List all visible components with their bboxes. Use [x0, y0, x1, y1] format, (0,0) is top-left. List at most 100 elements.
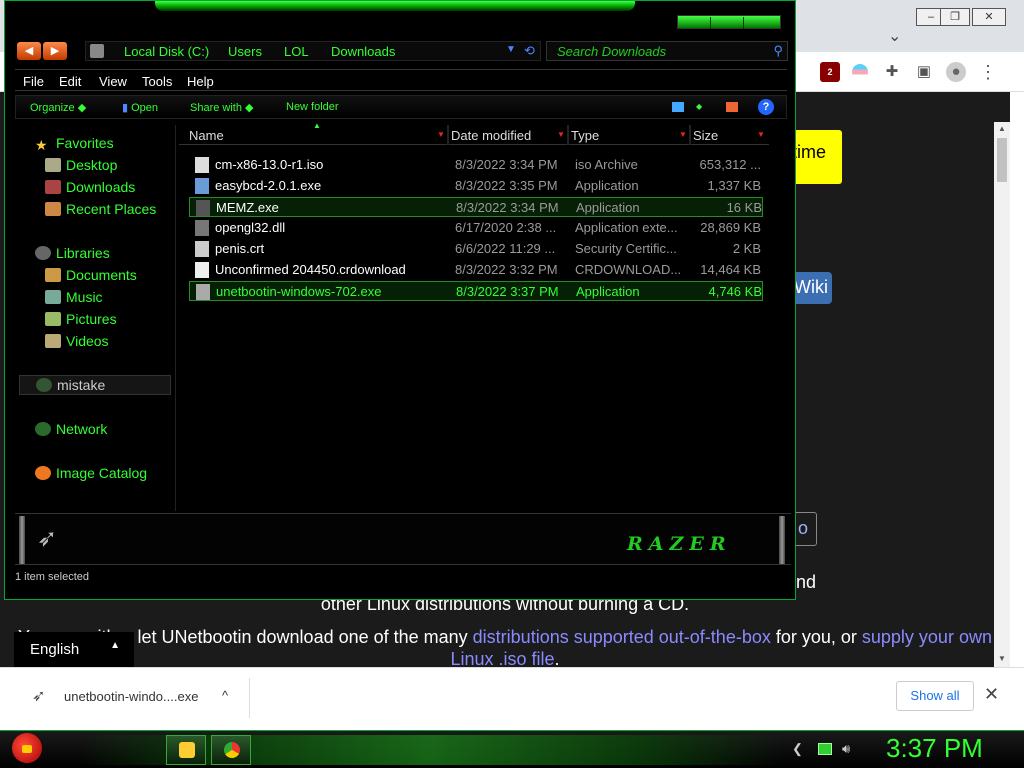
menu-tools[interactable]: Tools: [142, 74, 172, 89]
file-row-selected[interactable]: unetbootin-windows-702.exe 8/3/2022 3:37…: [189, 281, 763, 301]
volume-icon[interactable]: 🔊︎: [842, 741, 850, 757]
show-all-button[interactable]: Show all: [896, 681, 974, 711]
breadcrumb-local-disk[interactable]: Local Disk (C:): [124, 44, 209, 59]
chevron-up-icon[interactable]: ^: [222, 688, 228, 703]
menu-file[interactable]: File: [23, 74, 44, 89]
nav-mistake-item: mistake: [36, 377, 105, 393]
back-arrow-icon[interactable]: ◀: [17, 42, 41, 60]
open-button[interactable]: ▮ Open: [122, 101, 158, 114]
refresh-icon[interactable]: ⟲: [524, 43, 535, 59]
column-dropdown-icon[interactable]: ▼: [557, 130, 565, 139]
preview-pane-icon[interactable]: [726, 102, 738, 112]
nav-music[interactable]: Music: [45, 289, 103, 305]
organize-button[interactable]: Organize ◆: [30, 101, 86, 114]
explorer-window: ◀ ▶ Local Disk (C:) Users LOL Downloads ▼…: [4, 0, 796, 600]
tab-search-chevron-icon[interactable]: ⌄: [888, 26, 901, 46]
menu-help[interactable]: Help: [187, 74, 214, 89]
nav-videos[interactable]: Videos: [45, 333, 109, 349]
column-separator[interactable]: [447, 125, 449, 145]
nav-recent-places[interactable]: Recent Places: [45, 201, 156, 217]
taskbar-chrome-button[interactable]: [211, 735, 251, 765]
help-icon[interactable]: ?: [758, 99, 774, 115]
scrollbar-thumb[interactable]: [997, 138, 1007, 182]
file-name: unetbootin-windows-702.exe: [216, 284, 382, 299]
battery-icon[interactable]: [818, 743, 832, 755]
column-dropdown-icon[interactable]: ▼: [437, 130, 445, 139]
close-download-bar-icon[interactable]: ✕: [984, 684, 999, 705]
close-button[interactable]: [744, 17, 777, 29]
column-size[interactable]: Size: [693, 128, 718, 143]
maximize-button[interactable]: [711, 17, 744, 29]
taskbar: ❮ 🔊︎ 3:37 PM: [0, 730, 1024, 768]
file-row[interactable]: Unconfirmed 204450.crdownload 8/3/2022 3…: [189, 260, 763, 280]
image-catalog-icon: [35, 466, 51, 480]
scroll-down-arrow-icon[interactable]: ▼: [994, 654, 1010, 663]
file-size: 1,337 KB: [707, 178, 762, 193]
angry-bird-beak: [22, 745, 32, 753]
start-button[interactable]: [6, 731, 46, 767]
breadcrumb-downloads[interactable]: Downloads: [331, 44, 395, 59]
file-row[interactable]: easybcd-2.0.1.exe 8/3/2022 3:35 PM Appli…: [189, 176, 763, 196]
exe-file-icon: [195, 178, 209, 194]
nav-mistake[interactable]: mistake: [19, 375, 171, 395]
trans-flag-icon[interactable]: [852, 64, 868, 80]
page-scrollbar[interactable]: ▲ ▼: [994, 122, 1010, 667]
file-size: 28,869 KB: [700, 220, 761, 235]
menu-edit[interactable]: Edit: [59, 74, 81, 89]
breadcrumb-lol[interactable]: LOL: [284, 44, 309, 59]
nav-documents[interactable]: Documents: [45, 267, 137, 283]
column-dropdown-icon[interactable]: ▼: [757, 130, 765, 139]
nav-favorites[interactable]: ★ Favorites: [35, 135, 114, 153]
iso-file-icon: [195, 157, 209, 173]
recent-places-icon: [45, 202, 61, 216]
forward-arrow-icon[interactable]: ▶: [43, 42, 67, 60]
column-separator[interactable]: [689, 125, 691, 145]
language-selector[interactable]: English ▲: [14, 632, 134, 667]
nav-image-catalog[interactable]: Image Catalog: [35, 465, 147, 481]
new-folder-button[interactable]: New folder: [286, 101, 339, 113]
view-options-icon[interactable]: ◆: [696, 102, 708, 112]
scroll-up-arrow-icon[interactable]: ▲: [994, 124, 1010, 133]
razer-logo: RAZER: [627, 533, 732, 555]
nav-libraries[interactable]: Libraries: [35, 245, 110, 261]
menu-icon[interactable]: ⋮: [978, 62, 998, 82]
file-row[interactable]: opengl32.dll 6/17/2020 2:38 ... Applicat…: [189, 218, 763, 238]
pane-divider[interactable]: [175, 125, 176, 511]
change-view-icon[interactable]: [672, 102, 684, 112]
distributions-link[interactable]: distributions supported out-of-the-box: [473, 627, 771, 647]
profile-avatar-icon[interactable]: ●: [946, 62, 966, 82]
file-row[interactable]: cm-x86-13.0-r1.iso 8/3/2022 3:34 PM iso …: [189, 155, 763, 175]
column-dropdown-icon[interactable]: ▼: [679, 130, 687, 139]
column-name[interactable]: Name: [189, 128, 224, 143]
maximize-button[interactable]: ❐: [940, 8, 970, 26]
file-name: easybcd-2.0.1.exe: [215, 178, 322, 193]
file-row[interactable]: MEMZ.exe 8/3/2022 3:34 PM Application 16…: [189, 197, 763, 217]
close-button[interactable]: ✕: [972, 8, 1006, 26]
show-hidden-icons[interactable]: ❮: [792, 741, 803, 757]
menu-view[interactable]: View: [99, 74, 127, 89]
file-size: 14,464 KB: [700, 262, 761, 277]
sidepanel-icon[interactable]: ▣: [914, 62, 934, 82]
file-row[interactable]: penis.crt 6/6/2022 11:29 ... Security Ce…: [189, 239, 763, 259]
search-box[interactable]: Search Downloads ⚲: [546, 41, 788, 61]
nav-downloads[interactable]: Downloads: [45, 179, 135, 195]
puzzle-icon[interactable]: ✚: [882, 62, 902, 82]
nav-pictures[interactable]: Pictures: [45, 311, 117, 327]
column-separator[interactable]: [567, 125, 569, 145]
column-type[interactable]: Type: [571, 128, 599, 143]
chrome-icon: [224, 742, 240, 758]
nav-network[interactable]: Network: [35, 421, 107, 437]
minimize-button[interactable]: [678, 17, 711, 29]
dropdown-arrow-icon[interactable]: ▼: [506, 44, 516, 55]
ublock-origin-icon[interactable]: 2: [820, 62, 840, 82]
breadcrumb-users[interactable]: Users: [228, 44, 262, 59]
address-bar[interactable]: Local Disk (C:) Users LOL Downloads ▼ ⟲: [85, 41, 541, 61]
share-with-button[interactable]: Share with ◆: [190, 101, 254, 114]
caret-up-icon: ▲: [110, 640, 120, 651]
download-item[interactable]: ➶ unetbootin-windo....exe ^: [14, 678, 250, 718]
search-icon[interactable]: ⚲: [773, 43, 783, 59]
system-clock[interactable]: 3:37 PM: [886, 733, 983, 764]
nav-desktop[interactable]: Desktop: [45, 157, 117, 173]
column-date-modified[interactable]: Date modified: [451, 128, 531, 143]
taskbar-explorer-button[interactable]: [166, 735, 206, 765]
